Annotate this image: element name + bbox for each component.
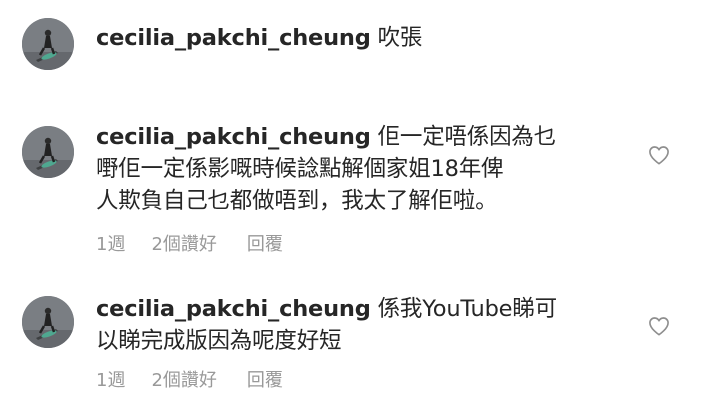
- comment-username[interactable]: cecilia_pakchi_cheung: [96, 296, 371, 322]
- avatar[interactable]: [22, 296, 74, 348]
- comment-body: 佢一定唔係因為乜: [377, 124, 557, 150]
- reply-button[interactable]: 回覆: [247, 366, 283, 392]
- comment-likes[interactable]: 2個讚好: [151, 230, 216, 256]
- comment-body: 係我YouTube睇可: [377, 296, 557, 322]
- comment-text: cecilia_pakchi_cheung 係我YouTube睇可 以睇完成版因…: [96, 293, 616, 357]
- comment-username[interactable]: cecilia_pakchi_cheung: [96, 25, 371, 51]
- comment-meta: 1週 2個讚好 回覆: [96, 230, 283, 256]
- avatar[interactable]: [22, 18, 74, 70]
- comment-time: 1週: [96, 234, 126, 255]
- comment-body-line: 人欺負自己乜都做唔到，我太了解佢啦。: [96, 188, 498, 214]
- comment-body-line: 嘢佢一定係影嘅時候諗點解個家姐18年俾: [96, 156, 504, 182]
- comment-likes[interactable]: 2個讚好: [151, 366, 216, 392]
- avatar[interactable]: [22, 126, 74, 178]
- comment-body: 吹張: [377, 25, 423, 51]
- heart-outline-icon[interactable]: [648, 316, 670, 336]
- comment-meta: 1週 2個讚好 回覆: [96, 366, 283, 392]
- avatar-image: [22, 18, 74, 70]
- avatar-image: [22, 296, 74, 348]
- heart-outline-icon[interactable]: [648, 145, 670, 165]
- comment-username[interactable]: cecilia_pakchi_cheung: [96, 124, 371, 150]
- comment-body-line: 以睇完成版因為呢度好短: [96, 328, 342, 354]
- reply-button[interactable]: 回覆: [247, 230, 283, 256]
- comment-time: 1週: [96, 370, 126, 391]
- avatar-image: [22, 126, 74, 178]
- comment-text: cecilia_pakchi_cheung 佢一定唔係因為乜 嘢佢一定係影嘅時候…: [96, 121, 616, 217]
- comment-text: cecilia_pakchi_cheung 吹張: [96, 22, 616, 54]
